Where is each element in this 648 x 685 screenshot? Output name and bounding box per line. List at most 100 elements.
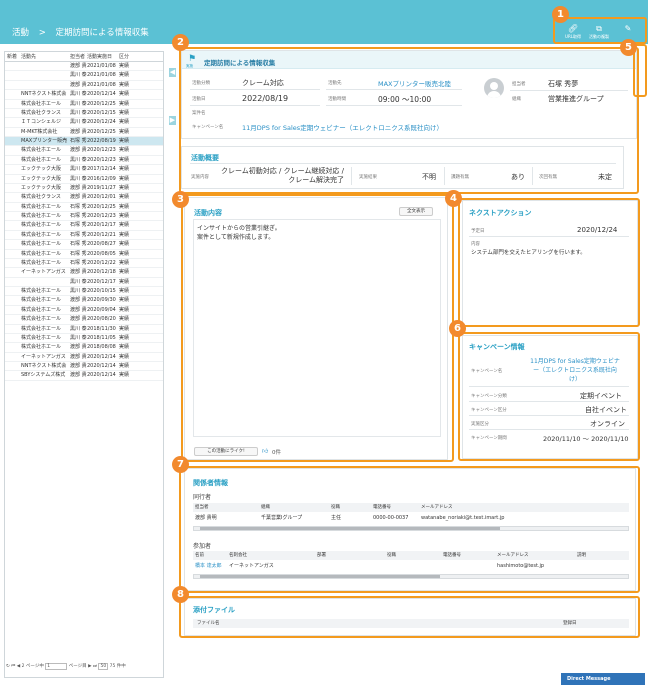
list-item[interactable]: 株式会社ホエール 石塚 秀 2020/12/17 実績 — [5, 221, 163, 231]
list-item[interactable]: 株式会社ホエール 黒川 泰 2018/11/30 実績 — [5, 325, 163, 334]
list-item[interactable]: M-MKT株式会社 渡部 貴 2020/12/25 実績 — [5, 128, 163, 137]
list-item[interactable]: 株式会社ホエール 石塚 秀 2020/12/22 実績 — [5, 259, 163, 269]
campaign-name-link[interactable]: 11月DPS for Sales定期ウェビナ ー（エレクトロニクス系既社向 け） — [521, 357, 629, 384]
col-header-new[interactable]: 新着 — [5, 52, 21, 61]
list-item[interactable]: エックテック大阪 黒川 泰 2017/12/14 実績 — [5, 165, 163, 175]
list-cell-kind: 実績 — [119, 147, 130, 154]
table-row[interactable]: 渡部 貴明 千葉営業Ⅰグループ 主任 0000-00-0037 watanabe… — [193, 514, 629, 523]
list-item[interactable]: NNTネクスト株式会 渡部 貴 2020/12/14 実績 — [5, 362, 163, 372]
list-item[interactable]: エックテック大阪 渡部 貴 2019/11/27 実績 — [5, 184, 163, 194]
list-item[interactable]: 株式会社ホエール 渡部 貴 2018/08/08 実績 — [5, 343, 163, 353]
attendees-title: 参加者 — [193, 543, 212, 550]
list-cell-date: 2020/12/01 — [87, 194, 116, 201]
list-item[interactable]: 株式会社ホエール 石塚 秀 2020/08/05 実績 — [5, 250, 163, 259]
list-cell-date: 2018/11/30 — [87, 325, 116, 332]
list-cell-date: 2020/12/15 — [87, 109, 116, 116]
col-header-kind[interactable]: 区分 — [119, 52, 131, 61]
last-page-button[interactable]: ⏭ — [93, 664, 97, 669]
list-item[interactable]: 株式会社ホエール 渡部 貴 2020/12/23 実績 — [5, 146, 163, 156]
list-cell-kind: 実績 — [119, 109, 130, 116]
content-textarea[interactable]: インサイトからの営業引継ぎ。 案件として新規作成します。 — [193, 219, 441, 437]
duplicate-activity-button[interactable]: ⧉ 活動の複製 — [588, 24, 610, 40]
list-item[interactable]: ＩＴコンシェルジ 黒川 泰 2020/12/24 実績 — [5, 118, 163, 128]
refresh-icon[interactable]: ↻ — [6, 664, 10, 669]
list-cell-date: 2020/12/25 — [87, 100, 116, 107]
breadcrumb-root[interactable]: 活動 — [12, 28, 29, 38]
full-text-button[interactable]: 全文表示 — [399, 207, 433, 216]
col-header-date[interactable]: 活動実施日 — [87, 52, 119, 61]
list-item[interactable]: SBYシステムズ株式 渡部 貴 2020/12/14 実績 — [5, 371, 163, 381]
issue-label: 課題有無 — [451, 175, 469, 180]
list-cell-kind: 実績 — [119, 297, 130, 304]
list-item[interactable]: 株式会社クランス 黒川 泰 2020/12/15 実績 — [5, 109, 163, 119]
direct-message-button[interactable]: Direct Message — [561, 673, 645, 685]
page-number-input[interactable]: 1 — [45, 663, 68, 670]
list-cell-new — [5, 184, 21, 192]
list-cell-person: 渡部 貴 — [70, 147, 87, 154]
get-url-button[interactable]: 🔗︎ URL取得 — [562, 24, 584, 40]
list-item[interactable]: 株式会社ホエール 黒川 泰 2018/11/05 実績 — [5, 334, 163, 344]
list-item[interactable]: イーネットアンガス 渡部 貴 2020/12/18 実績 — [5, 268, 163, 278]
list-cell-name: 株式会社ホエール — [21, 213, 62, 219]
type-label: 活動分類 — [192, 81, 210, 86]
content-value: クレーム初動対応 / クレーム継続対応 / クレーム解決完了 — [221, 167, 344, 184]
list-cell-name: 株式会社ホエール — [21, 334, 62, 341]
list-item[interactable]: 株式会社クランス 渡部 貴 2020/12/01 実績 — [5, 193, 163, 203]
next-action-panel: ネクストアクション 予定日 2020/12/24 内容 システム部門を交えたヒア… — [462, 200, 638, 326]
list-item[interactable]: 黒川 泰 2020/12/17 実績 — [5, 278, 163, 287]
col-header-destination[interactable]: 活動先 — [21, 52, 70, 61]
list-cell-date: 2020/12/14 — [87, 372, 116, 379]
list-cell-new — [5, 212, 21, 220]
list-item[interactable]: 株式会社ホエール 石塚 秀 2020/12/25 実績 — [5, 203, 163, 212]
list-cell-new — [5, 156, 21, 164]
list-item[interactable]: エックテック大阪 黒川 泰 2016/12/09 実績 — [5, 175, 163, 184]
list-item[interactable]: 渡部 貴 2021/01/08 実績 — [5, 81, 163, 91]
issue-value: あり — [511, 173, 525, 181]
list-item[interactable]: MAXプリンター販売 石塚 秀 2022/08/19 実績 — [5, 137, 163, 147]
first-page-button[interactable]: ⏮ — [11, 664, 15, 669]
list-cell-person: 渡部 貴 — [70, 269, 87, 276]
table-row[interactable]: 橋本 達太郎 イーネットアンガス hashimoto@test.jp — [193, 562, 629, 571]
campaign-link[interactable]: 11月DPS for Sales定期ウェビナー（エレクトロニクス系既社向け） — [242, 122, 443, 132]
col-header-person[interactable]: 担当者 — [70, 52, 87, 61]
method-value: オンライン — [590, 420, 625, 428]
horizontal-scrollbar[interactable] — [193, 574, 629, 579]
body-label: 内容 — [471, 242, 480, 247]
list-item[interactable]: 株式会社ホエール 黒川 泰 2020/12/25 実績 — [5, 100, 163, 109]
list-cell-new — [5, 315, 21, 323]
list-cell-name: NNTネクスト株式会 — [21, 363, 67, 369]
list-item[interactable]: 株式会社ホエール 石塚 秀 2020/12/21 実績 — [5, 231, 163, 241]
list-cell-kind: 実績 — [119, 128, 130, 135]
list-item[interactable]: 株式会社ホエール 黒川 泰 2020/10/15 実績 — [5, 287, 163, 297]
per-page-select[interactable]: 50 — [98, 663, 109, 670]
list-cell-new — [5, 325, 21, 333]
list-item[interactable]: 株式会社ホエール 渡部 貴 2020/09/04 実績 — [5, 306, 163, 316]
list-item[interactable]: イーネットアンガス 渡部 貴 2020/12/14 実績 — [5, 353, 163, 362]
list-cell-kind: 実績 — [119, 353, 130, 360]
list-cell-kind: 実績 — [119, 288, 130, 294]
list-item[interactable]: 株式会社ホエール 石塚 秀 2020/12/23 実績 — [5, 212, 163, 222]
horizontal-scrollbar[interactable] — [193, 526, 629, 531]
collapse-left-arrow-icon[interactable]: ◀ — [169, 68, 176, 77]
like-button[interactable]: この活動にライク! — [194, 447, 258, 456]
list-cell-kind: 実績 — [119, 363, 130, 369]
campaign-name-label: キャンペーン名 — [471, 369, 503, 374]
list-item[interactable]: 渡部 貴 2021/01/08 実績 — [5, 62, 163, 72]
expand-right-arrow-icon[interactable]: ▶ — [169, 116, 176, 125]
destination-link[interactable]: MAXプリンター販売北陸 — [378, 78, 451, 88]
list-item[interactable]: 株式会社ホエール 渡部 貴 2020/08/20 実績 — [5, 315, 163, 325]
prev-page-button[interactable]: ◀ — [17, 664, 20, 669]
activity-list-rows: 渡部 貴 2021/01/08 実績 黒川 泰 2021/01/08 実績 渡部 貴 2021… — [5, 62, 163, 381]
campaign-class-label: キャンペーン区分 — [471, 408, 507, 413]
list-item[interactable]: 黒川 泰 2021/01/08 実績 — [5, 71, 163, 81]
list-cell-new — [5, 371, 21, 379]
list-cell-kind: 実績 — [119, 250, 130, 257]
list-item[interactable]: 株式会社ホエール 石塚 秀 2020/08/27 実績 — [5, 240, 163, 250]
content-panel: 活動内容 全文表示 インサイトからの営業引継ぎ。 案件として新規作成します。 この… — [184, 197, 448, 460]
owner-value: 石塚 秀夢 — [548, 80, 579, 88]
list-item[interactable]: 株式会社ホエール 黒川 泰 2020/12/23 実績 — [5, 156, 163, 166]
list-item[interactable]: NNTネクスト株式会 黒川 泰 2020/12/14 実績 — [5, 90, 163, 100]
edit-button[interactable]: ✎ — [617, 24, 639, 34]
list-item[interactable]: 株式会社ホエール 渡部 貴 2020/09/30 実績 — [5, 296, 163, 306]
next-page-button[interactable]: ▶ — [88, 664, 91, 669]
